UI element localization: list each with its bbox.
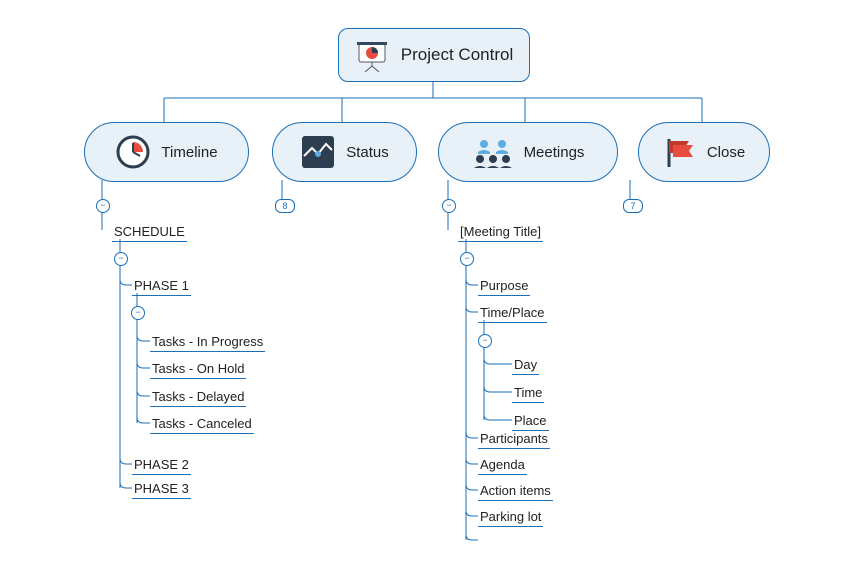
leaf-task[interactable]: Tasks - On Hold <box>150 359 246 379</box>
leaf-schedule[interactable]: SCHEDULE <box>112 222 187 242</box>
leaf-action-items[interactable]: Action items <box>478 481 553 501</box>
category-label: Close <box>707 144 745 161</box>
collapse-toggle[interactable]: − <box>114 252 128 266</box>
count-badge[interactable]: 7 <box>623 199 643 213</box>
category-close[interactable]: Close <box>638 122 770 182</box>
category-label: Timeline <box>161 144 217 161</box>
category-label: Status <box>346 144 389 161</box>
category-timeline[interactable]: Timeline <box>84 122 249 182</box>
leaf-timeplace[interactable]: Time/Place <box>478 303 547 323</box>
collapse-toggle[interactable]: − <box>131 306 145 320</box>
leaf-phase-1[interactable]: PHASE 1 <box>132 276 191 296</box>
status-icon <box>300 134 336 170</box>
leaf-phase-2[interactable]: PHASE 2 <box>132 455 191 475</box>
clock-icon <box>115 134 151 170</box>
connector-lines <box>0 0 857 563</box>
leaf-phase-3[interactable]: PHASE 3 <box>132 479 191 499</box>
category-label: Meetings <box>524 144 585 161</box>
leaf-participants[interactable]: Participants <box>478 429 550 449</box>
leaf-purpose[interactable]: Purpose <box>478 276 530 296</box>
leaf-agenda[interactable]: Agenda <box>478 455 527 475</box>
category-meetings[interactable]: Meetings <box>438 122 618 182</box>
collapse-toggle[interactable]: − <box>478 334 492 348</box>
leaf-place[interactable]: Place <box>512 411 549 431</box>
leaf-task[interactable]: Tasks - Canceled <box>150 414 254 434</box>
collapse-toggle[interactable]: − <box>442 199 456 213</box>
leaf-day[interactable]: Day <box>512 355 539 375</box>
collapse-toggle[interactable]: − <box>96 199 110 213</box>
leaf-task[interactable]: Tasks - In Progress <box>150 332 265 352</box>
root-node[interactable]: Project Control <box>338 28 530 82</box>
leaf-task[interactable]: Tasks - Delayed <box>150 387 246 407</box>
collapse-toggle[interactable]: − <box>460 252 474 266</box>
leaf-parking-lot[interactable]: Parking lot <box>478 507 543 527</box>
leaf-meeting-title[interactable]: [Meeting Title] <box>458 222 543 242</box>
people-icon <box>472 134 514 170</box>
leaf-time[interactable]: Time <box>512 383 544 403</box>
flag-icon <box>663 135 697 169</box>
count-badge[interactable]: 8 <box>275 199 295 213</box>
presentation-icon <box>355 38 389 72</box>
root-label: Project Control <box>401 45 513 65</box>
category-status[interactable]: Status <box>272 122 417 182</box>
